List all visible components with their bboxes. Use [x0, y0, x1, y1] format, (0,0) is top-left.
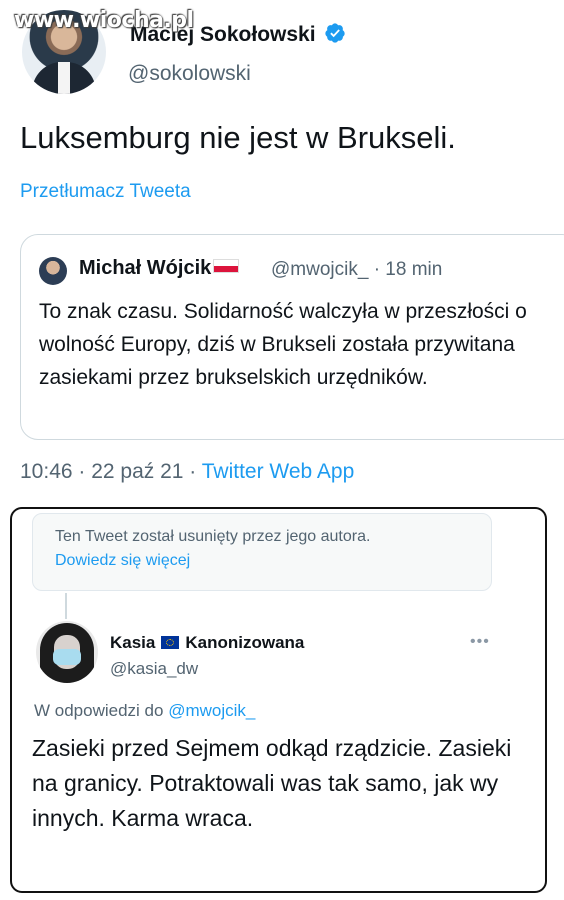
replying-to: W odpowiedzi do @mwojcik_: [34, 701, 255, 721]
source-app-link[interactable]: Twitter Web App: [202, 460, 355, 483]
deleted-notice-text: Ten Tweet został usunięty przez jego aut…: [55, 528, 371, 545]
more-options-icon[interactable]: •••: [470, 633, 490, 651]
author-handle[interactable]: @sokolowski: [128, 62, 251, 86]
thread-connector: [65, 593, 67, 619]
reply-author-avatar[interactable]: [36, 621, 98, 683]
reply-card: Ten Tweet został usunięty przez jego aut…: [10, 507, 547, 893]
quoted-author-name: Michał Wójcik: [79, 257, 212, 279]
quoted-author-avatar: [39, 257, 67, 285]
reply-text: Zasieki przed Sejmem odkąd rządzicie. Za…: [32, 735, 512, 831]
replying-to-mention[interactable]: @mwojcik_: [168, 701, 255, 720]
tweet-text: Luksemburg nie jest w Brukseli.: [20, 120, 456, 155]
reply-author-handle[interactable]: @kasia_dw: [110, 659, 198, 679]
eu-flag-icon: [161, 636, 180, 649]
verified-badge-icon: [324, 23, 345, 43]
quoted-handle-time: @mwojcik_ · 18 min: [271, 259, 443, 280]
quoted-tweet[interactable]: Michał Wójcik @mwojcik_ · 18 min To znak…: [20, 234, 564, 440]
tweet-timestamp: 10:46 · 22 paź 21 · Twitter Web App: [20, 460, 354, 484]
replying-prefix: W odpowiedzi do: [34, 701, 169, 720]
deleted-tweet-notice: Ten Tweet został usunięty przez jego aut…: [32, 513, 492, 591]
reply-author-first-name[interactable]: Kasia: [110, 633, 155, 652]
timestamp-text[interactable]: 10:46 · 22 paź 21 ·: [20, 460, 202, 483]
reply-author-last-name[interactable]: Kanonizowana: [185, 633, 304, 652]
learn-more-link[interactable]: Dowiedz się więcej: [55, 552, 190, 570]
watermark: www.wiocha.pl: [14, 8, 194, 33]
reply-author-name-row[interactable]: Kasia Kanonizowana: [110, 633, 304, 653]
quoted-tweet-text: To znak czasu. Solidarność walczyła w pr…: [39, 300, 527, 389]
translate-tweet-link[interactable]: Przetłumacz Tweeta: [20, 181, 191, 203]
poland-flag-icon: [213, 259, 240, 273]
quoted-author-name-row: Michał Wójcik: [79, 257, 240, 280]
